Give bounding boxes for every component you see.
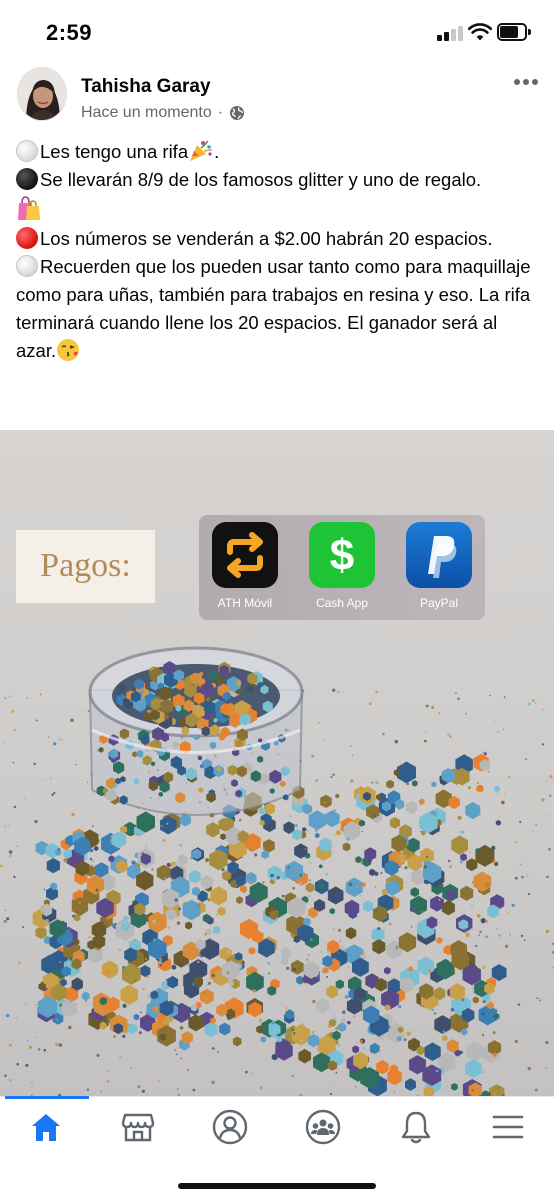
post-meta: Hace un momento ·: [81, 104, 245, 122]
nav-marketplace[interactable]: [108, 1107, 168, 1147]
author-name[interactable]: Tahisha Garay: [81, 76, 211, 98]
party-popper-emoji-icon: [190, 140, 213, 161]
white-circle-emoji-icon: [16, 255, 38, 277]
white-circle-emoji-icon: [16, 140, 38, 162]
menu-icon: [492, 1115, 524, 1139]
cash-app-icon: $: [309, 522, 375, 588]
ath-movil-icon: [212, 522, 278, 588]
status-bar: 2:59: [0, 0, 554, 62]
glitter-jar: [88, 646, 304, 816]
pagos-card: Pagos:: [16, 530, 155, 603]
cash-app-app: $ Cash App: [307, 522, 377, 610]
more-options-icon[interactable]: [514, 79, 540, 87]
ath-movil-app: ATH Móvil: [210, 522, 280, 610]
home-icon: [32, 1114, 60, 1141]
nav-notifications[interactable]: [386, 1107, 446, 1147]
paypal-app: PayPal: [404, 522, 474, 610]
post-line-1: Les tengo una rifa .: [16, 138, 542, 166]
shopping-bags-emoji-icon: [18, 196, 40, 220]
cash-app-label: Cash App: [315, 596, 369, 610]
post-line-2: Se llevarán 8/9 de los famosos glitter y…: [16, 166, 542, 225]
globe-icon: [230, 106, 245, 120]
post-line-4: Recuerden que los pueden usar tanto como…: [16, 255, 531, 361]
nav-home[interactable]: [16, 1107, 76, 1147]
meta-separator: ·: [217, 104, 224, 121]
post-text: Les tengo una rifa . Se llevarán 8/9 de …: [16, 138, 542, 365]
home-indicator[interactable]: [178, 1183, 376, 1189]
post-line-3: Los números se venderán a $2.00 habrán 2…: [16, 225, 542, 253]
active-tab-indicator: [5, 1096, 89, 1099]
face-blowing-kiss-emoji-icon: [57, 339, 80, 361]
paypal-label: PayPal: [419, 596, 459, 610]
ath-movil-label: ATH Móvil: [217, 596, 273, 610]
post-image[interactable]: Pagos: ATH Móvil $ Cash App PayPal: [0, 430, 554, 1096]
payment-apps-panel: ATH Móvil $ Cash App PayPal: [199, 515, 485, 620]
black-circle-emoji-icon: [16, 168, 38, 190]
svg-text:$: $: [330, 531, 354, 580]
marketplace-icon: [121, 1113, 155, 1142]
paypal-icon: [406, 522, 472, 588]
wifi-icon: [468, 23, 492, 41]
status-time: 2:59: [46, 20, 93, 45]
battery-icon: [497, 23, 531, 41]
nav-menu[interactable]: [478, 1107, 538, 1147]
cellular-signal-icon: [437, 25, 463, 41]
avatar[interactable]: [17, 67, 67, 121]
notifications-icon: [401, 1111, 431, 1144]
nav-groups[interactable]: [293, 1107, 353, 1147]
groups-icon: [305, 1109, 341, 1145]
red-circle-emoji-icon: [16, 227, 38, 249]
nav-profile[interactable]: [200, 1107, 260, 1147]
pagos-label: Pagos:: [40, 547, 131, 584]
bottom-nav: [0, 1096, 554, 1200]
post-timestamp[interactable]: Hace un momento: [81, 104, 212, 122]
profile-icon: [212, 1109, 248, 1145]
